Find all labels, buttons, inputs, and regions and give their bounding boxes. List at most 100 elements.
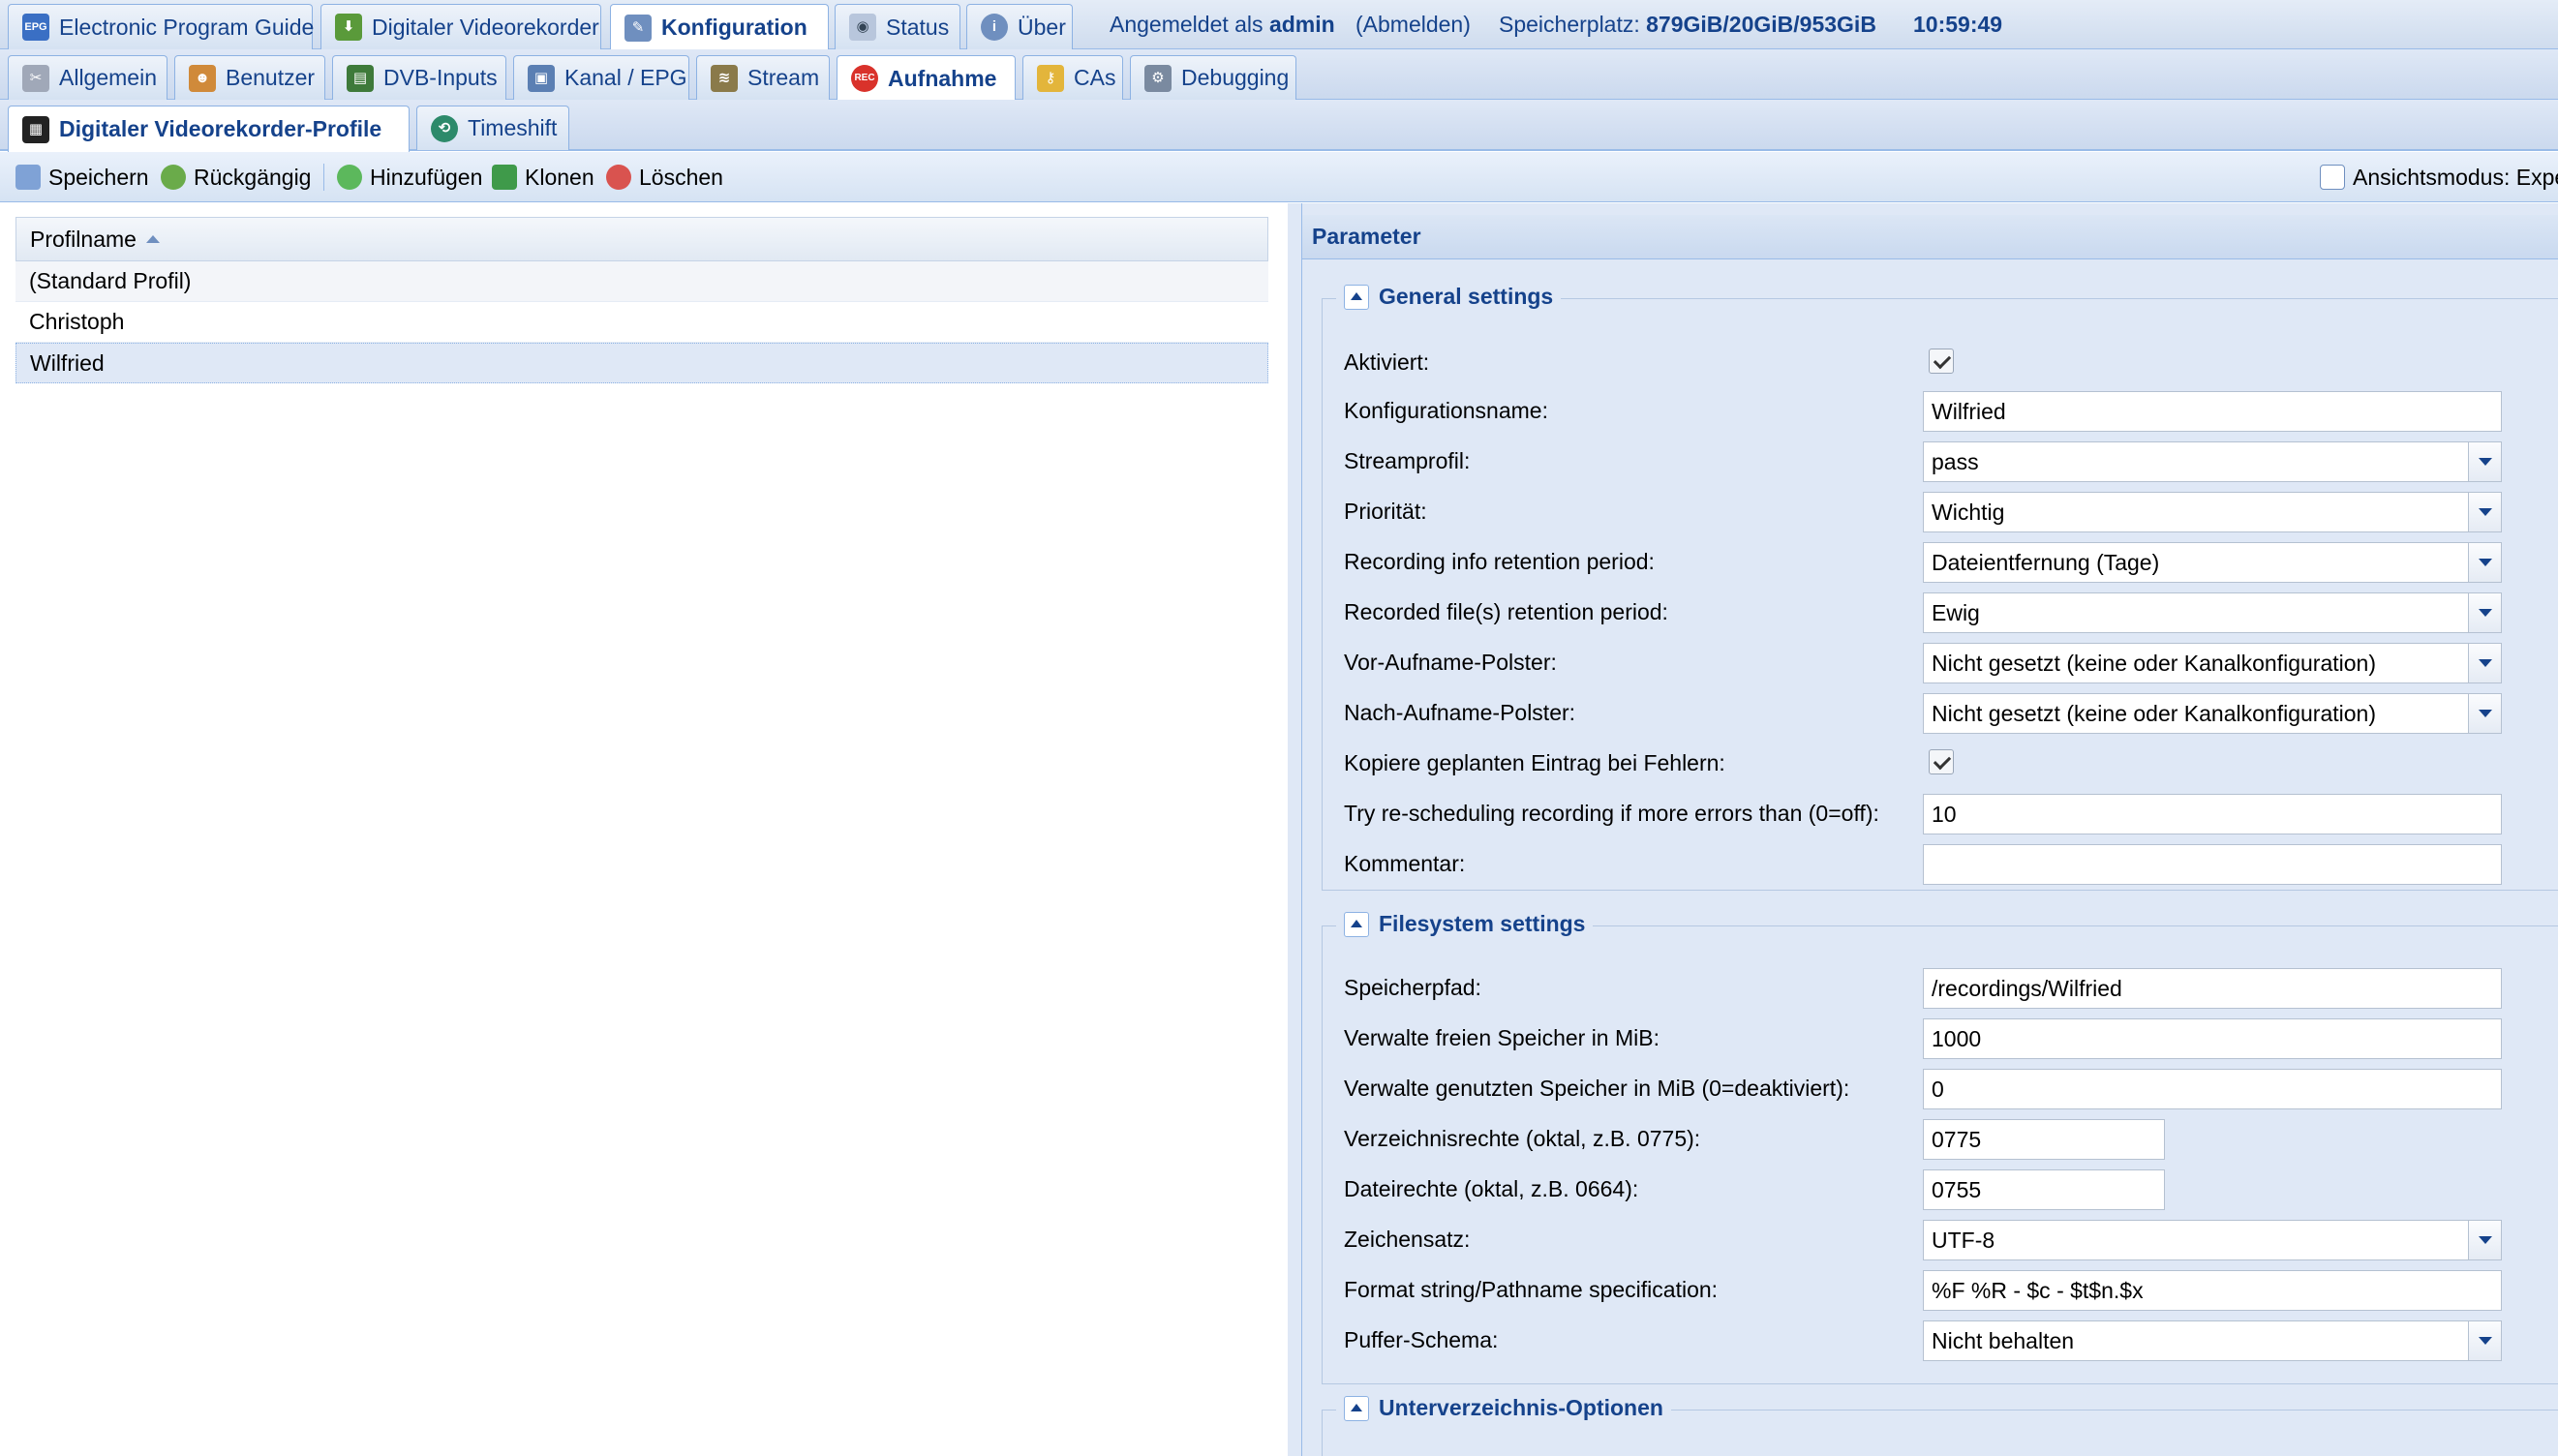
chevron-down-icon[interactable] — [2468, 694, 2501, 733]
form-row-kommentar: Kommentar: — [1323, 841, 2558, 886]
select-puffer-schema[interactable]: Nicht behalten — [1923, 1320, 2502, 1361]
tab-dvb-inputs[interactable]: ▤ DVB-Inputs — [332, 55, 506, 100]
chevron-down-icon[interactable] — [2468, 493, 2501, 531]
tab-timeshift[interactable]: ⟲ Timeshift — [416, 106, 569, 150]
grid-row[interactable]: Christoph — [15, 302, 1268, 343]
form-row-kopiere-geplanten-eintrag-bei-fehlern: Kopiere geplanten Eintrag bei Fehlern: — [1323, 741, 2558, 785]
field-label: Verzeichnisrechte (oktal, z.B. 0775): — [1344, 1125, 1701, 1151]
undo-button[interactable]: Rückgängig — [161, 152, 311, 202]
field-label: Recorded file(s) retention period: — [1344, 598, 1668, 624]
select-recording-info-retention-period[interactable]: Dateientfernung (Tage) — [1923, 542, 2502, 583]
tab-recording-label: Aufnahme — [888, 65, 997, 91]
general-settings-title: General settings — [1379, 284, 1554, 309]
field-label: Format string/Pathname specification: — [1344, 1276, 1719, 1302]
tab-users[interactable]: ☻ Benutzer — [174, 55, 325, 100]
grid-row[interactable]: (Standard Profil) — [15, 261, 1268, 302]
form-row-try-re-scheduling-recording-if-more-errors-than-0-off: Try re-scheduling recording if more erro… — [1323, 791, 2558, 835]
chevron-down-icon[interactable] — [2468, 442, 2501, 481]
key-icon: ⚷ — [1037, 64, 1064, 92]
form-row-speicherpfad: Speicherpfad: /recordings/Wilfried — [1323, 965, 2558, 1010]
timeshift-icon: ⟲ — [431, 114, 458, 142]
tab-dvr[interactable]: ⬇ Digitaler Videorekorder — [320, 4, 601, 49]
checkbox-kopiere-geplanten-eintrag-bei-fehlern[interactable] — [1929, 749, 1954, 774]
delete-icon — [606, 165, 631, 190]
field-label: Verwalte genutzten Speicher in MiB (0=de… — [1344, 1075, 1850, 1101]
collapse-icon[interactable] — [1344, 1395, 1369, 1421]
subtab-bar: ▦ Digitaler Videorekorder-Profile ⟲ Time… — [0, 100, 2558, 152]
input-verwalte-freien-speicher-in-mib[interactable]: 1000 — [1923, 1018, 2502, 1059]
logout-link[interactable]: (Abmelden) — [1355, 0, 1471, 49]
checkbox-aktiviert[interactable] — [1929, 349, 1954, 374]
field-label: Kommentar: — [1344, 850, 1466, 876]
input-dateirechte-oktal-z-b-0664[interactable]: 0755 — [1923, 1169, 2165, 1210]
select-streamprofil[interactable]: pass — [1923, 441, 2502, 482]
grid-header-profile-name[interactable]: Profilname — [15, 217, 1268, 261]
field-value: %F %R - $c - $t$n.$x — [1932, 1277, 2144, 1303]
clone-icon — [492, 165, 517, 190]
collapse-icon[interactable] — [1344, 911, 1369, 937]
select-zeichensatz[interactable]: UTF-8 — [1923, 1220, 2502, 1260]
field-value: Nicht gesetzt (keine oder Kanalkonfigura… — [1932, 700, 2376, 726]
input-kommentar[interactable] — [1923, 844, 2502, 885]
add-button[interactable]: Hinzufügen — [337, 152, 482, 202]
main-tab-bar: EPG Electronic Program Guide ⬇ Digitaler… — [0, 0, 2558, 50]
tab-recording[interactable]: REC Aufnahme — [837, 55, 1016, 101]
field-label: Nach-Aufname-Polster: — [1344, 699, 1576, 725]
filesystem-settings-legend: Filesystem settings — [1336, 911, 1594, 937]
toolbar-separator — [323, 164, 324, 191]
tab-stream[interactable]: ≋ Stream — [696, 55, 830, 100]
chevron-down-icon[interactable] — [2468, 593, 2501, 632]
chevron-down-icon[interactable] — [2468, 1221, 2501, 1259]
grid-row-selected[interactable]: Wilfried — [15, 343, 1268, 383]
tab-configuration[interactable]: ✎ Konfiguration — [610, 4, 829, 50]
select-priorit-t[interactable]: Wichtig — [1923, 492, 2502, 532]
form-row-aktiviert: Aktiviert: — [1323, 340, 2558, 384]
record-icon: REC — [851, 65, 878, 92]
stream-icon: ≋ — [711, 64, 738, 92]
view-mode-button[interactable]: Ansichtsmodus: Expe — [2320, 152, 2558, 202]
field-value: 1000 — [1932, 1025, 1982, 1051]
download-icon: ⬇ — [335, 14, 362, 41]
input-speicherpfad[interactable]: /recordings/Wilfried — [1923, 968, 2502, 1009]
field-label: Recording info retention period: — [1344, 548, 1655, 574]
tab-about[interactable]: i Über — [966, 4, 1073, 49]
chevron-down-icon[interactable] — [2468, 644, 2501, 682]
tab-dvr-profiles[interactable]: ▦ Digitaler Videorekorder-Profile — [8, 106, 410, 152]
clone-button[interactable]: Klonen — [492, 152, 594, 202]
input-konfigurationsname[interactable]: Wilfried — [1923, 391, 2502, 432]
form-row-verwalte-genutzten-speicher-in-mib-0-deaktiviert: Verwalte genutzten Speicher in MiB (0=de… — [1323, 1066, 2558, 1110]
tab-users-label: Benutzer — [226, 65, 316, 90]
input-format-string-pathname-specification[interactable]: %F %R - $c - $t$n.$x — [1923, 1270, 2502, 1311]
tab-general[interactable]: ✂ Allgemein — [8, 55, 167, 100]
select-nach-aufname-polster[interactable]: Nicht gesetzt (keine oder Kanalkonfigura… — [1923, 693, 2502, 734]
form-row-format-string-pathname-specification: Format string/Pathname specification: %F … — [1323, 1267, 2558, 1312]
wrench-icon: ✎ — [624, 14, 652, 42]
select-vor-aufname-polster[interactable]: Nicht gesetzt (keine oder Kanalkonfigura… — [1923, 643, 2502, 683]
panel-splitter[interactable] — [1288, 203, 1301, 1456]
save-button[interactable]: Speichern — [15, 152, 149, 202]
logout-label[interactable]: (Abmelden) — [1355, 12, 1471, 38]
delete-button[interactable]: Löschen — [606, 152, 723, 202]
chevron-down-icon[interactable] — [2468, 1321, 2501, 1360]
field-label: Puffer-Schema: — [1344, 1326, 1499, 1352]
tab-debugging-label: Debugging — [1181, 65, 1290, 90]
chevron-down-icon[interactable] — [2468, 543, 2501, 582]
field-value: Dateientfernung (Tage) — [1932, 549, 2160, 575]
field-value: Nicht behalten — [1932, 1327, 2075, 1353]
input-try-re-scheduling-recording-if-more-errors-than-0-off[interactable]: 10 — [1923, 794, 2502, 834]
form-row-recording-info-retention-period: Recording info retention period: Dateient… — [1323, 539, 2558, 584]
form-row-zeichensatz: Zeichensatz: UTF-8 — [1323, 1217, 2558, 1261]
select-recorded-file-s-retention-period[interactable]: Ewig — [1923, 592, 2502, 633]
collapse-icon[interactable] — [1344, 284, 1369, 310]
field-label: Streamprofil: — [1344, 447, 1471, 473]
tab-status[interactable]: ◉ Status — [835, 4, 960, 49]
input-verwalte-genutzten-speicher-in-mib-0-deaktiviert[interactable]: 0 — [1923, 1069, 2502, 1109]
grid-row-label: Wilfried — [30, 349, 105, 376]
tab-debugging[interactable]: ⚙ Debugging — [1130, 55, 1296, 100]
tab-cas[interactable]: ⚷ CAs — [1022, 55, 1123, 100]
info-icon: i — [981, 14, 1008, 41]
tab-epg[interactable]: EPG Electronic Program Guide — [8, 4, 314, 49]
input-verzeichnisrechte-oktal-z-b-0775[interactable]: 0775 — [1923, 1119, 2165, 1160]
tab-channel-epg[interactable]: ▣ Kanal / EPG — [513, 55, 689, 100]
parameter-title-label: Parameter — [1312, 224, 1421, 249]
